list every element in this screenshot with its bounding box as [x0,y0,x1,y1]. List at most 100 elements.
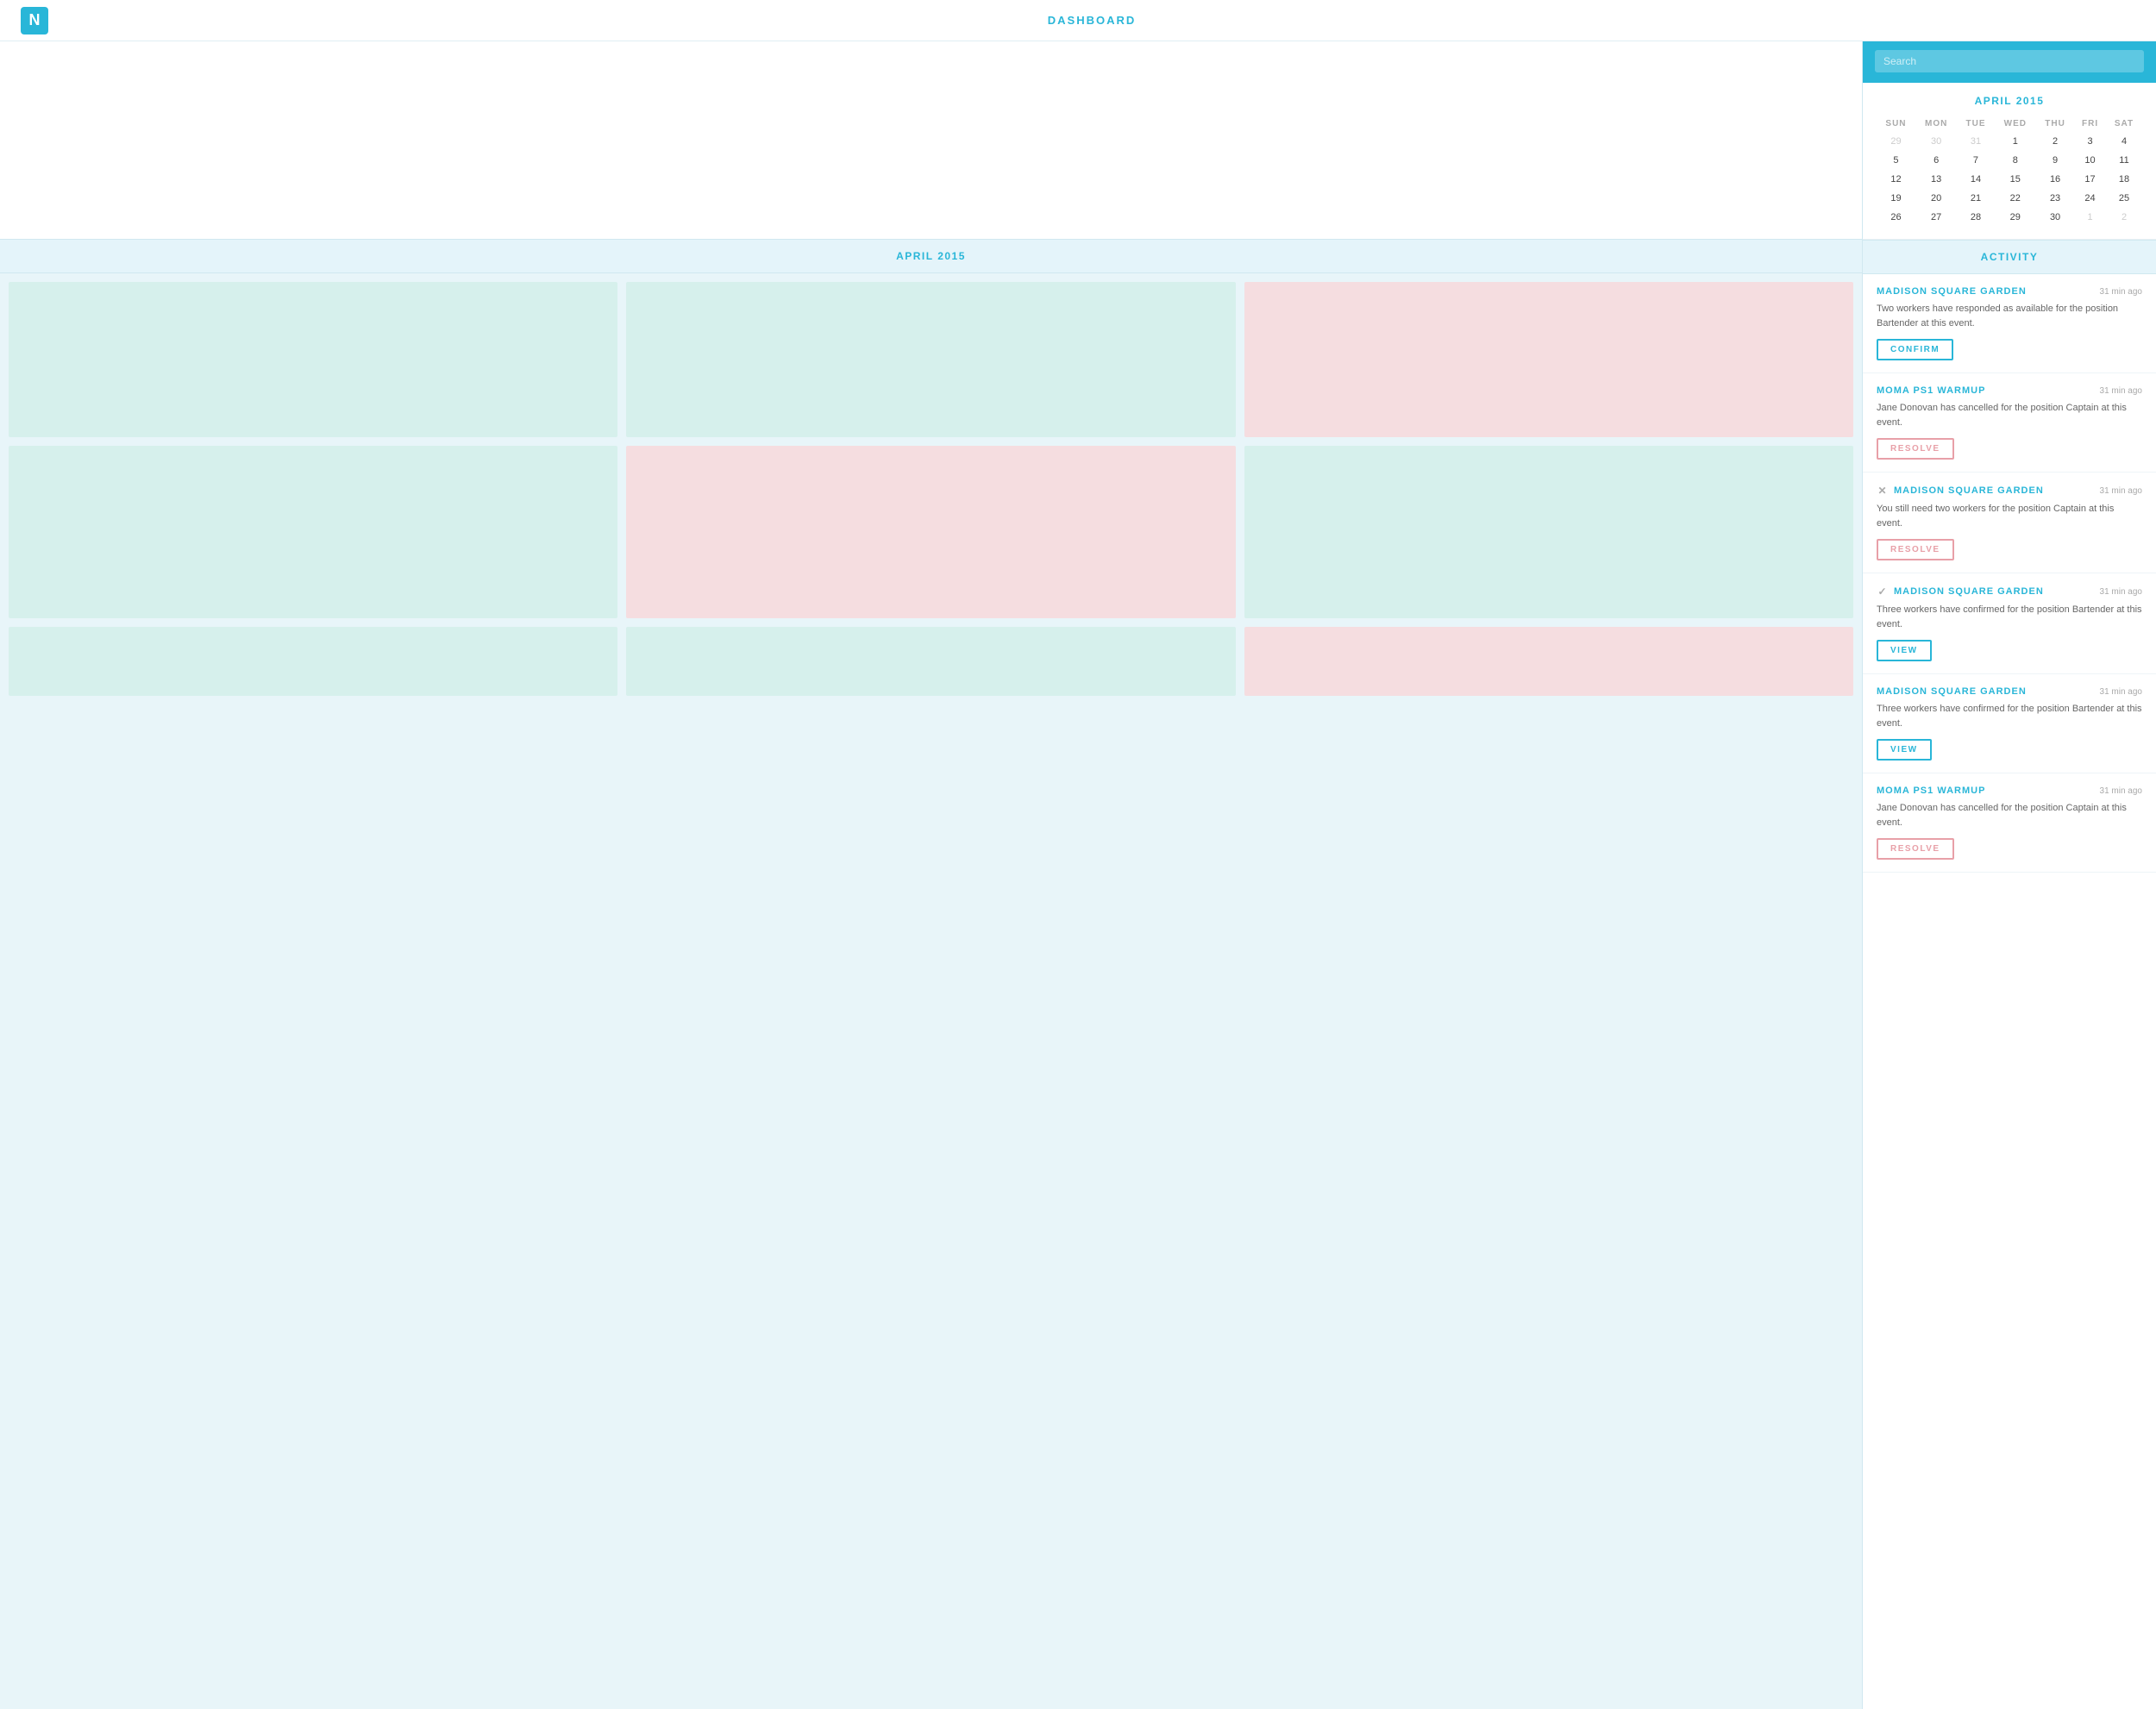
grid-row-2 [9,446,1853,618]
activity-item: MOMA PS1 WARMUP 31 min ago Jane Donovan … [1863,373,2156,473]
resolve-button[interactable]: RESOLVE [1877,539,1954,560]
search-bar [1863,41,2156,83]
cal-day-cell[interactable]: 29 [1877,132,1915,151]
cal-day-header: TUE [1957,116,1994,132]
cal-day-cell[interactable]: 30 [1915,132,1957,151]
activity-item: ✓ MADISON SQUARE GARDEN 31 min ago Three… [1863,573,2156,674]
cal-day-cell[interactable]: 25 [2106,189,2142,208]
cal-day-cell[interactable]: 28 [1957,208,1994,227]
cal-day-cell[interactable]: 1 [2074,208,2106,227]
cal-week-row: 2930311234 [1877,132,2142,151]
cal-day-cell[interactable]: 26 [1877,208,1915,227]
main-top-area [0,41,1862,240]
activity-venue: MADISON SQUARE GARDEN [1877,686,2027,697]
logo: N [21,7,48,34]
cal-day-cell[interactable]: 18 [2106,170,2142,189]
activity-item-header: MOMA PS1 WARMUP 31 min ago [1877,385,2142,396]
april-section-header: APRIL 2015 [0,240,1862,273]
cal-day-cell[interactable]: 8 [1995,151,2036,170]
cal-day-cell[interactable]: 16 [2036,170,2074,189]
confirm-button[interactable]: CONFIRM [1877,339,1953,360]
activity-venue: ✓ MADISON SQUARE GARDEN [1877,585,2044,598]
activity-time: 31 min ago [2100,786,2142,796]
nav-title: DASHBOARD [48,14,2135,27]
cal-day-cell[interactable]: 22 [1995,189,2036,208]
grid-cell-1-2[interactable] [626,282,1235,437]
cal-day-cell[interactable]: 30 [2036,208,2074,227]
calendar-title: APRIL 2015 [1877,95,2142,107]
calendar-grid-area [0,273,1862,1709]
cal-day-header: SAT [2106,116,2142,132]
resolve-button[interactable]: RESOLVE [1877,438,1954,460]
cal-day-cell[interactable]: 3 [2074,132,2106,151]
x-icon: ✕ [1877,485,1889,497]
activity-header: ACTIVITY [1863,240,2156,274]
cal-day-cell[interactable]: 12 [1877,170,1915,189]
resolve-button[interactable]: RESOLVE [1877,838,1954,860]
cal-day-cell[interactable]: 10 [2074,151,2106,170]
grid-cell-2-1[interactable] [9,446,617,618]
grid-cell-1-3[interactable] [1244,282,1853,437]
cal-day-header: WED [1995,116,2036,132]
cal-week-row: 262728293012 [1877,208,2142,227]
cal-day-cell[interactable]: 7 [1957,151,1994,170]
right-sidebar: APRIL 2015 SUNMONTUEWEDTHUFRISAT 2930311… [1863,41,2156,1709]
activity-item: ✕ MADISON SQUARE GARDEN 31 min ago You s… [1863,473,2156,573]
cal-day-cell[interactable]: 2 [2106,208,2142,227]
grid-cell-2-2[interactable] [626,446,1235,618]
cal-day-cell[interactable]: 5 [1877,151,1915,170]
activity-item: MADISON SQUARE GARDEN 31 min ago Two wor… [1863,274,2156,373]
view-button[interactable]: VIEW [1877,640,1932,661]
grid-cell-3-2[interactable] [626,627,1235,696]
activity-item-header: ✕ MADISON SQUARE GARDEN 31 min ago [1877,485,2142,497]
cal-day-cell[interactable]: 9 [2036,151,2074,170]
cal-day-cell[interactable]: 20 [1915,189,1957,208]
activity-venue: MADISON SQUARE GARDEN [1877,286,2027,297]
grid-cell-3-3[interactable] [1244,627,1853,696]
main-content: APRIL 2015 [0,41,1863,1709]
cal-day-cell[interactable]: 31 [1957,132,1994,151]
cal-day-cell[interactable]: 2 [2036,132,2074,151]
calendar-table: SUNMONTUEWEDTHUFRISAT 293031123456789101… [1877,116,2142,227]
activity-description: You still need two workers for the posit… [1877,502,2142,530]
cal-day-cell[interactable]: 11 [2106,151,2142,170]
cal-day-cell[interactable]: 24 [2074,189,2106,208]
activity-time: 31 min ago [2100,386,2142,396]
grid-row-3 [9,627,1853,696]
cal-day-cell[interactable]: 1 [1995,132,2036,151]
activity-description: Three workers have confirmed for the pos… [1877,603,2142,631]
cal-day-cell[interactable]: 27 [1915,208,1957,227]
cal-day-header: MON [1915,116,1957,132]
cal-day-cell[interactable]: 23 [2036,189,2074,208]
cal-day-cell[interactable]: 13 [1915,170,1957,189]
venue-name: MADISON SQUARE GARDEN [1894,485,2044,496]
venue-name: MADISON SQUARE GARDEN [1894,586,2044,597]
activity-item-header: MADISON SQUARE GARDEN 31 min ago [1877,686,2142,697]
cal-day-cell[interactable]: 14 [1957,170,1994,189]
cal-day-cell[interactable]: 29 [1995,208,2036,227]
top-nav: N DASHBOARD [0,0,2156,41]
grid-cell-3-1[interactable] [9,627,617,696]
cal-day-cell[interactable]: 21 [1957,189,1994,208]
main-layout: APRIL 2015 [0,41,2156,1709]
activity-item-header: ✓ MADISON SQUARE GARDEN 31 min ago [1877,585,2142,598]
search-input[interactable] [1875,50,2144,72]
activity-venue: MOMA PS1 WARMUP [1877,786,1985,796]
cal-day-cell[interactable]: 4 [2106,132,2142,151]
cal-day-cell[interactable]: 17 [2074,170,2106,189]
cal-day-header: SUN [1877,116,1915,132]
cal-day-cell[interactable]: 19 [1877,189,1915,208]
grid-cell-2-3[interactable] [1244,446,1853,618]
activity-description: Jane Donovan has cancelled for the posit… [1877,401,2142,429]
venue-name: MOMA PS1 WARMUP [1877,385,1985,396]
cal-day-cell[interactable]: 6 [1915,151,1957,170]
grid-cell-1-1[interactable] [9,282,617,437]
calendar-section: APRIL 2015 SUNMONTUEWEDTHUFRISAT 2930311… [1863,83,2156,240]
view-button[interactable]: VIEW [1877,739,1932,761]
activity-description: Two workers have responded as available … [1877,302,2142,330]
activity-item-header: MADISON SQUARE GARDEN 31 min ago [1877,286,2142,297]
activity-item: MADISON SQUARE GARDEN 31 min ago Three w… [1863,674,2156,773]
cal-week-row: 12131415161718 [1877,170,2142,189]
activity-list: MADISON SQUARE GARDEN 31 min ago Two wor… [1863,274,2156,1709]
cal-day-cell[interactable]: 15 [1995,170,2036,189]
